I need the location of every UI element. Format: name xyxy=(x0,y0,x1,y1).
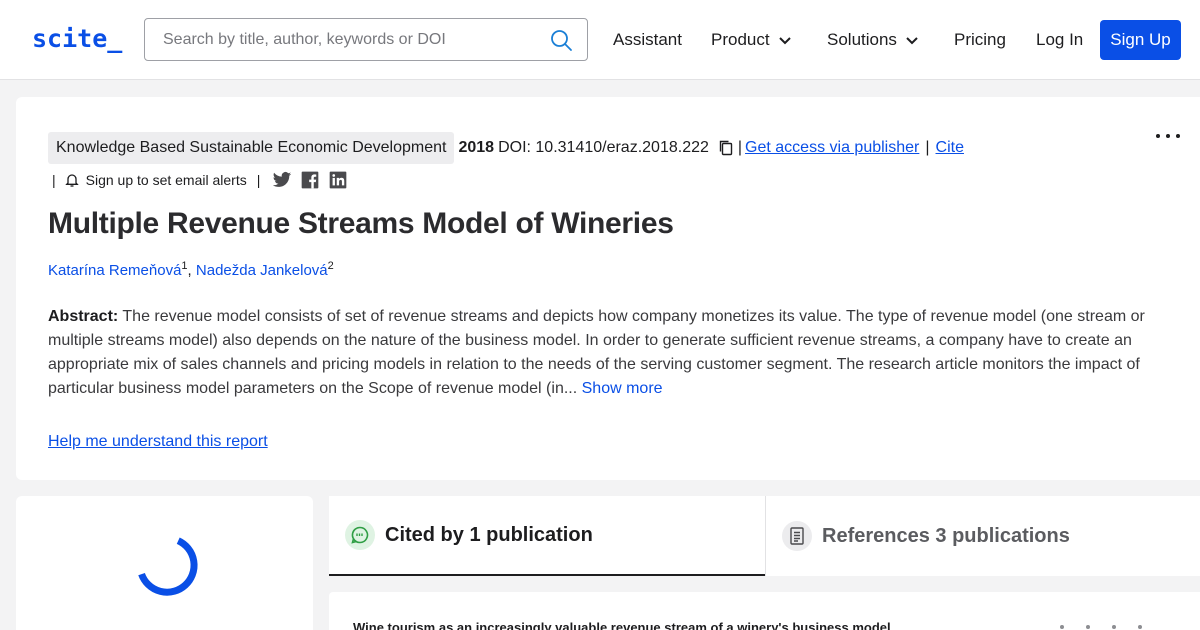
tab-cited-by[interactable]: Cited by 1 publication xyxy=(329,496,765,576)
email-alerts-link[interactable]: Sign up to set email alerts xyxy=(86,172,247,188)
nav-pricing[interactable]: Pricing xyxy=(954,30,1006,50)
copy-icon[interactable] xyxy=(717,139,735,157)
citation-result-title[interactable]: Wine tourism as an increasingly valuable… xyxy=(353,620,891,630)
search-box xyxy=(144,18,588,61)
nav-solutions[interactable]: Solutions xyxy=(827,30,919,50)
search-input[interactable] xyxy=(145,19,535,60)
citation-tabs: Cited by 1 publication References 3 publ… xyxy=(329,496,1200,576)
paper-title: Multiple Revenue Streams Model of Wineri… xyxy=(48,207,674,240)
nav-solutions-label: Solutions xyxy=(827,30,897,49)
login-label: Log In xyxy=(1036,30,1084,49)
nav-product[interactable]: Product xyxy=(711,30,792,50)
journal-chip[interactable]: Knowledge Based Sustainable Economic Dev… xyxy=(48,132,455,164)
cite-link[interactable]: Cite xyxy=(936,139,964,157)
tab-references[interactable]: References 3 publications xyxy=(765,496,1200,576)
document-icon xyxy=(782,521,812,551)
bell-icon[interactable] xyxy=(64,172,80,188)
login-link[interactable]: Log In xyxy=(1036,30,1083,50)
top-header: scite_ Assistant Product Solutions Prici… xyxy=(0,0,1200,80)
nav-assistant[interactable]: Assistant xyxy=(613,30,682,50)
paper-year: 2018 xyxy=(458,139,495,156)
separator: | xyxy=(256,172,261,188)
more-dots-icon[interactable] xyxy=(1153,126,1183,146)
twitter-icon[interactable] xyxy=(272,170,292,190)
separator: | xyxy=(925,139,930,156)
facebook-icon[interactable] xyxy=(300,170,320,190)
linkedin-icon[interactable] xyxy=(328,170,348,190)
paper-meta-row: Knowledge Based Sustainable Economic Dev… xyxy=(48,132,964,164)
chevron-down-icon xyxy=(906,37,918,45)
nav-pricing-label: Pricing xyxy=(954,30,1006,49)
quote-bubble-icon xyxy=(345,520,375,550)
author-affiliation-number: 2 xyxy=(327,260,334,272)
signup-button[interactable]: Sign Up xyxy=(1100,20,1181,60)
search-icon[interactable] xyxy=(549,28,573,52)
author-link[interactable]: Nadežda Jankelová xyxy=(196,262,328,279)
get-access-link[interactable]: Get access via publisher xyxy=(745,139,919,157)
paper-actions-row: | Sign up to set email alerts | xyxy=(52,170,348,190)
result-rating-dots xyxy=(1060,625,1142,629)
paper-doi: DOI: 10.31410/eraz.2018.222 xyxy=(498,139,709,156)
abstract-label: Abstract: xyxy=(48,308,119,325)
separator: | xyxy=(737,139,743,156)
nav-assistant-label: Assistant xyxy=(613,30,682,49)
author-list: Katarína Remeňová1, Nadežda Jankelová2 xyxy=(48,260,334,279)
scite-logo[interactable]: scite_ xyxy=(32,24,122,53)
separator: | xyxy=(52,172,56,188)
show-more-link[interactable]: Show more xyxy=(582,380,663,397)
tab-cited-label: Cited by 1 publication xyxy=(385,523,593,546)
abstract: Abstract: The revenue model consists of … xyxy=(48,305,1158,401)
help-understand-link[interactable]: Help me understand this report xyxy=(48,433,268,451)
chevron-down-icon xyxy=(778,37,791,45)
author-link[interactable]: Katarína Remeňová xyxy=(48,262,181,279)
loading-spinner-icon xyxy=(138,537,198,596)
nav-product-label: Product xyxy=(711,30,770,49)
author-separator: , xyxy=(187,262,192,279)
tab-references-label: References 3 publications xyxy=(822,524,1070,547)
